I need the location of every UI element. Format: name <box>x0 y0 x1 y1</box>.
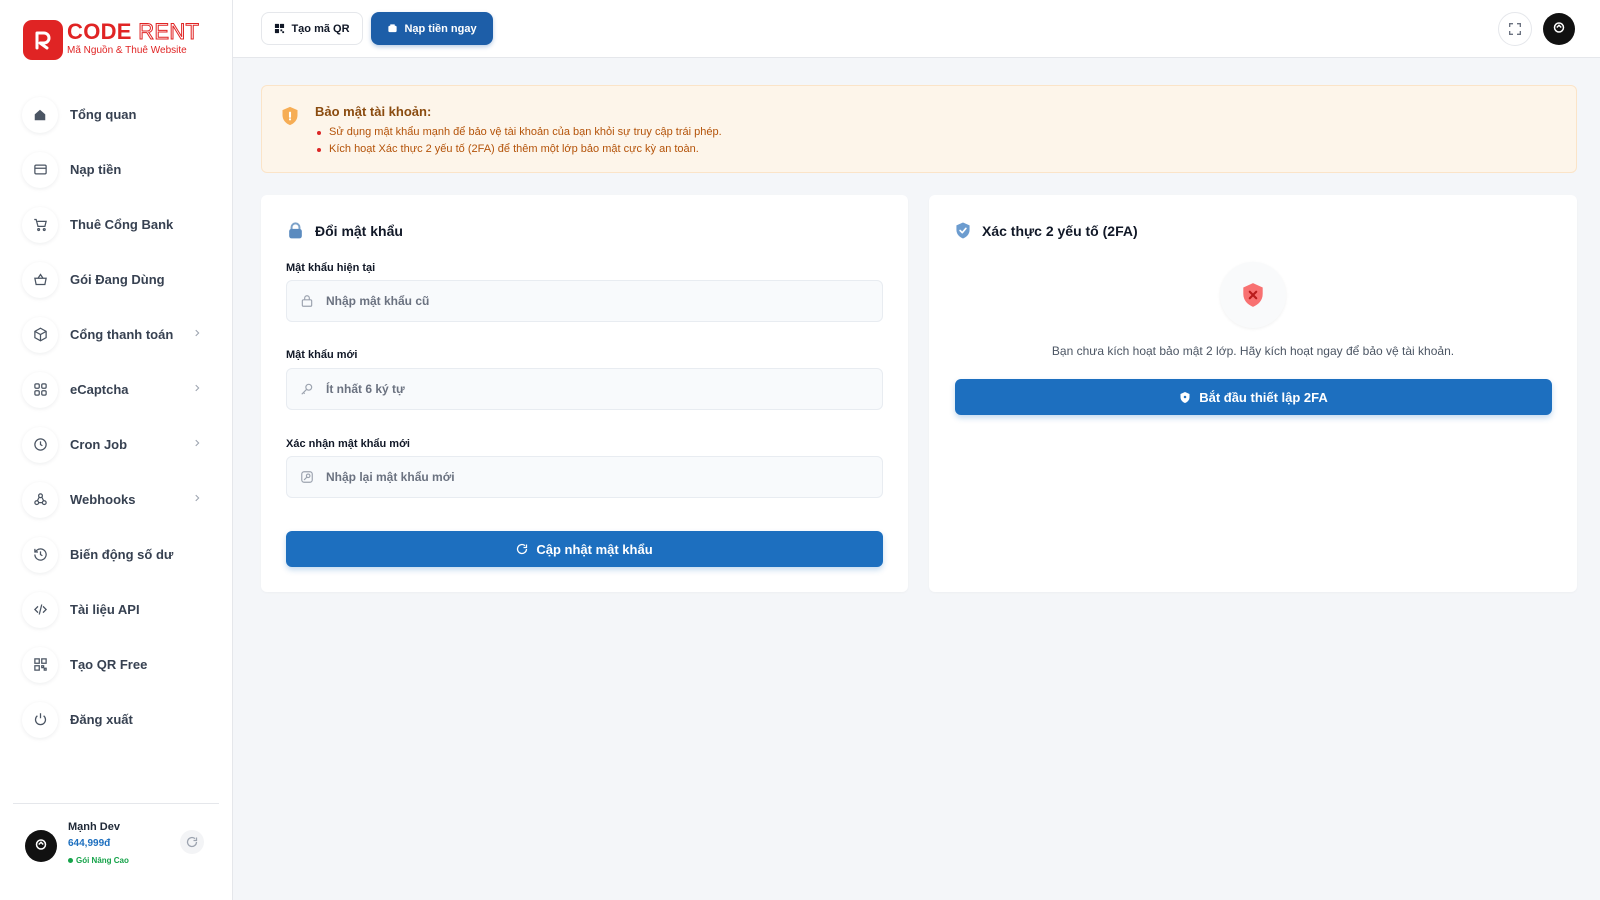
sidebar-nav: Tổng quan Nạp tiền Thuê Cổng Bank Gói Đa… <box>22 87 214 747</box>
confirm-password-label: Xác nhận mật khẩu mới <box>286 438 410 450</box>
sidebar-item-label: Thuê Cổng Bank <box>70 217 174 232</box>
logo-mark-icon <box>23 20 63 60</box>
sidebar-item-dang-xuat[interactable]: Đăng xuất <box>22 692 214 747</box>
brand-logo[interactable]: CODE RENT Mã Nguồn & Thuê Website <box>23 19 200 60</box>
user-plan-badge: Gói Nâng Cao <box>68 856 129 865</box>
basket-icon <box>22 261 58 298</box>
key-round-icon <box>301 471 313 483</box>
sidebar-item-tai-lieu-api[interactable]: Tài liệu API <box>22 582 214 637</box>
twofa-status-badge <box>1220 262 1286 328</box>
confirm-password-input[interactable] <box>326 470 866 484</box>
refresh-icon <box>186 836 198 848</box>
current-password-label: Mật khẩu hiện tại <box>286 262 376 274</box>
new-password-field[interactable] <box>286 368 883 410</box>
shield-alert-icon <box>282 106 298 126</box>
card-title: Xác thực 2 yếu tố (2FA) <box>982 222 1138 239</box>
sidebar-item-goi-dang-dung[interactable]: Gói Đang Dùng <box>22 252 214 307</box>
brand-name: CODE RENT <box>67 19 200 44</box>
sidebar-item-bien-dong-so-du[interactable]: Biến động số dư <box>22 527 214 582</box>
power-icon <box>22 701 58 738</box>
fullscreen-icon <box>1509 23 1521 35</box>
home-icon <box>22 96 58 133</box>
shield-check-icon <box>956 222 970 239</box>
lock-icon <box>289 222 302 239</box>
sidebar-item-label: Nạp tiền <box>70 162 122 177</box>
sidebar-item-label: Tài liệu API <box>70 602 140 617</box>
sidebar-item-cron-job[interactable]: Cron Job <box>22 417 214 472</box>
deposit-now-button[interactable]: Nạp tiền ngay <box>371 12 493 45</box>
confirm-password-field[interactable] <box>286 456 883 498</box>
top-header: Tạo mã QR Nạp tiền ngay <box>233 0 1600 58</box>
setup-2fa-button[interactable]: Bắt đầu thiết lập 2FA <box>955 379 1552 415</box>
current-password-input[interactable] <box>326 294 866 308</box>
box-icon <box>22 316 58 353</box>
user-name: Mạnh Dev <box>68 821 120 833</box>
credit-card-icon <box>22 151 58 188</box>
refresh-icon <box>517 543 528 555</box>
shield-x-icon <box>1243 283 1263 307</box>
brand-tagline: Mã Nguồn & Thuê Website <box>67 45 187 56</box>
sidebar-item-thue-cong-bank[interactable]: Thuê Cổng Bank <box>22 197 214 252</box>
new-password-label: Mật khẩu mới <box>286 349 358 361</box>
sidebar-item-label: Cổng thanh toán <box>70 327 174 342</box>
shield-icon <box>1180 391 1190 403</box>
update-password-button[interactable]: Cập nhật mật khẩu <box>286 531 883 567</box>
clock-icon <box>22 426 58 463</box>
sidebar-item-label: Đăng xuất <box>70 712 133 727</box>
chevron-right-icon <box>195 494 200 502</box>
qr-code-icon <box>275 23 285 34</box>
chevron-right-icon <box>195 329 200 337</box>
alert-list: Sử dụng mật khẩu mạnh để bảo vệ tài khoả… <box>315 124 722 158</box>
change-password-card: Đổi mật khẩu Mật khẩu hiện tại Mật khẩu … <box>261 195 908 592</box>
qr-code-icon <box>22 646 58 683</box>
alert-title: Bảo mật tài khoản: <box>315 104 432 119</box>
card-title: Đổi mật khẩu <box>315 222 403 239</box>
two-factor-card: Xác thực 2 yếu tố (2FA) Bạn chưa kích ho… <box>929 195 1577 592</box>
new-password-input[interactable] <box>326 382 866 396</box>
sidebar-item-webhooks[interactable]: Webhooks <box>22 472 214 527</box>
sidebar-item-tong-quan[interactable]: Tổng quan <box>22 87 214 142</box>
user-card: Mạnh Dev 644,999đ Gói Nâng Cao <box>13 803 219 879</box>
security-alert: Bảo mật tài khoản: Sử dụng mật khẩu mạnh… <box>261 85 1577 173</box>
sidebar-item-label: Biến động số dư <box>70 547 174 562</box>
create-qr-button[interactable]: Tạo mã QR <box>261 12 363 45</box>
history-icon <box>22 536 58 573</box>
webhook-icon <box>22 481 58 518</box>
sidebar-item-nap-tien[interactable]: Nạp tiền <box>22 142 214 197</box>
fullscreen-button[interactable] <box>1498 12 1532 46</box>
key-icon <box>301 383 313 395</box>
sidebar-item-tao-qr-free[interactable]: Tạo QR Free <box>22 637 214 692</box>
sidebar-item-label: eCaptcha <box>70 382 129 397</box>
twofa-status-message: Bạn chưa kích hoạt bảo mật 2 lớp. Hãy kí… <box>1051 344 1455 358</box>
current-password-field[interactable] <box>286 280 883 322</box>
sidebar: CODE RENT Mã Nguồn & Thuê Website Tổng q… <box>0 0 233 900</box>
user-balance: 644,999đ <box>68 838 111 849</box>
chevron-right-icon <box>195 439 200 447</box>
wallet-icon <box>388 24 398 33</box>
sidebar-item-label: Cron Job <box>70 437 128 452</box>
cart-icon <box>22 206 58 243</box>
refresh-balance-button[interactable] <box>180 830 204 854</box>
grid-icon <box>22 371 58 408</box>
sidebar-item-label: Gói Đang Dùng <box>70 272 165 287</box>
alert-item: Kích hoạt Xác thực 2 yếu tố (2FA) để thê… <box>315 141 722 158</box>
code-icon <box>22 591 58 628</box>
sidebar-item-ecaptcha[interactable]: eCaptcha <box>22 362 214 417</box>
sidebar-item-label: Tổng quan <box>70 107 137 122</box>
avatar-icon <box>1553 22 1565 33</box>
lock-outline-icon <box>301 295 313 307</box>
user-avatar-menu[interactable] <box>1543 13 1575 45</box>
sidebar-item-cong-thanh-toan[interactable]: Cổng thanh toán <box>22 307 214 362</box>
avatar[interactable] <box>25 830 57 862</box>
sidebar-item-label: Webhooks <box>70 492 136 507</box>
alert-item: Sử dụng mật khẩu mạnh để bảo vệ tài khoả… <box>315 124 722 141</box>
sidebar-item-label: Tạo QR Free <box>70 657 148 672</box>
chevron-right-icon <box>195 384 200 392</box>
